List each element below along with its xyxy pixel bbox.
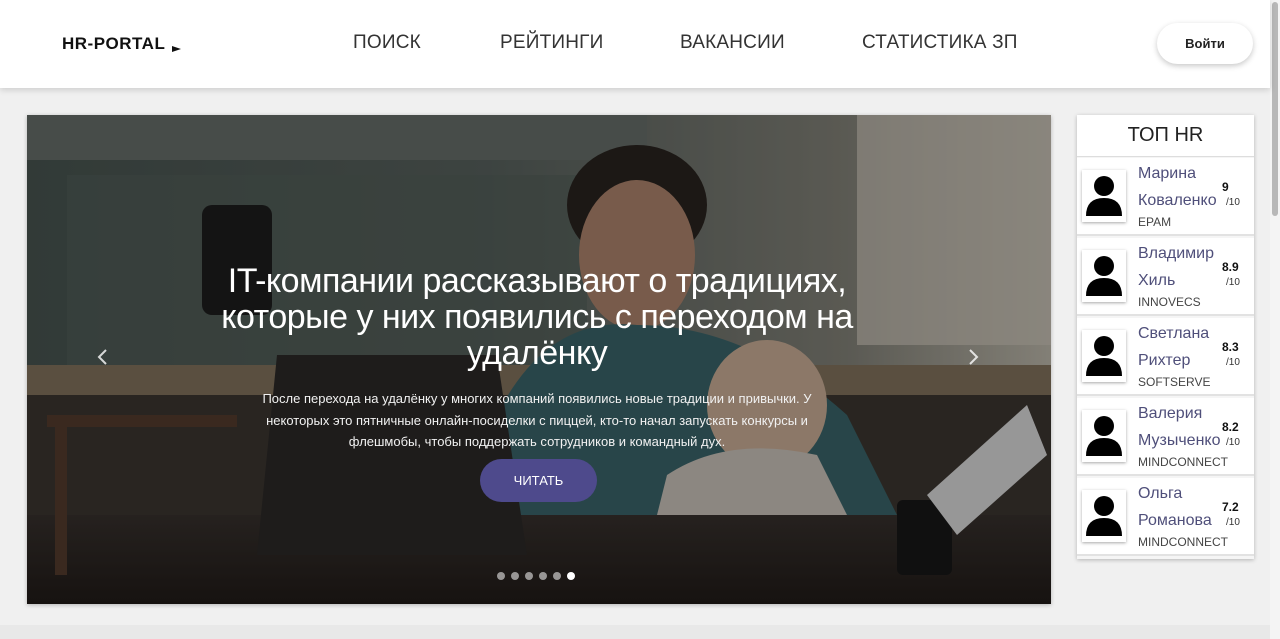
hr-score: 9 <box>1222 180 1229 194</box>
next-section-edge <box>0 625 1270 639</box>
hr-name[interactable]: Валерия Музыченко <box>1138 400 1230 454</box>
user-avatar-icon <box>1082 410 1126 462</box>
top-hr-panel: ТОП HR Марина Коваленко EPAM 9 /10 Влади… <box>1077 115 1254 559</box>
login-button[interactable]: Войти <box>1157 23 1253 64</box>
hr-score-max: /10 <box>1226 437 1240 448</box>
logo-arrow-icon <box>172 46 181 52</box>
hr-card[interactable]: Валерия Музыченко MINDCONNECT 8.2 /10 <box>1077 398 1254 476</box>
slider-dot-1[interactable] <box>497 572 505 580</box>
site-logo[interactable]: HR-PORTAL <box>62 34 165 54</box>
hr-card[interactable]: Светлана Рихтер SOFTSERVE 8.3 /10 <box>1077 318 1254 396</box>
nav-item-vacancies[interactable]: ВАКАНСИИ <box>680 32 785 54</box>
nav-item-ratings[interactable]: РЕЙТИНГИ <box>500 32 604 54</box>
page-scrollbar-thumb[interactable] <box>1272 2 1278 216</box>
top-header: HR-PORTAL ПОИСК РЕЙТИНГИ ВАКАНСИИ СТАТИС… <box>0 0 1270 88</box>
hr-card[interactable]: Ольга Романова MINDCONNECT 7.2 /10 <box>1077 478 1254 556</box>
hr-company: MINDCONNECT <box>1138 535 1228 549</box>
hr-score-max: /10 <box>1226 517 1240 528</box>
hr-score: 8.3 <box>1222 340 1239 354</box>
nav-item-salary-stats[interactable]: СТАТИСТИКА ЗП <box>862 32 1018 54</box>
slider-dot-6-active[interactable] <box>567 572 575 580</box>
top-hr-title: ТОП HR <box>1077 115 1254 157</box>
slider-dot-2[interactable] <box>511 572 519 580</box>
slider-dot-5[interactable] <box>553 572 561 580</box>
slide-description: После перехода на удалёнку у многих комп… <box>262 391 812 449</box>
hr-score: 8.9 <box>1222 260 1239 274</box>
hr-score-max: /10 <box>1226 357 1240 368</box>
hr-score-max: /10 <box>1226 277 1240 288</box>
slider-dot-4[interactable] <box>539 572 547 580</box>
hr-company: MINDCONNECT <box>1138 455 1228 469</box>
hr-company: EPAM <box>1138 215 1172 229</box>
hr-score: 8.2 <box>1222 420 1239 434</box>
user-avatar-icon <box>1082 330 1126 382</box>
hr-card[interactable]: Марина Коваленко EPAM 9 /10 <box>1077 158 1254 236</box>
chevron-left-icon[interactable] <box>93 347 113 367</box>
nav-item-search[interactable]: ПОИСК <box>353 32 421 54</box>
hr-company: INNOVECS <box>1138 295 1201 309</box>
hr-name[interactable]: Ольга Романова <box>1138 480 1230 534</box>
chevron-right-icon[interactable] <box>963 347 983 367</box>
hr-company: SOFTSERVE <box>1138 375 1211 389</box>
slider-pagination <box>497 572 575 580</box>
hr-score-max: /10 <box>1226 197 1240 208</box>
read-button[interactable]: ЧИТАТЬ <box>480 459 597 502</box>
hr-name[interactable]: Марина Коваленко <box>1138 160 1230 214</box>
slide-title: IT-компании рассказывают о традициях, ко… <box>221 262 853 372</box>
hr-card[interactable]: Владимир Хиль INNOVECS 8.9 /10 <box>1077 238 1254 316</box>
slider-dot-3[interactable] <box>525 572 533 580</box>
hr-name[interactable]: Светлана Рихтер <box>1138 320 1230 374</box>
user-avatar-icon <box>1082 490 1126 542</box>
hr-name[interactable]: Владимир Хиль <box>1138 240 1230 294</box>
user-avatar-icon <box>1082 250 1126 302</box>
user-avatar-icon <box>1082 170 1126 222</box>
news-slider: IT-компании рассказывают о традициях, ко… <box>27 115 1051 604</box>
hr-score: 7.2 <box>1222 500 1239 514</box>
